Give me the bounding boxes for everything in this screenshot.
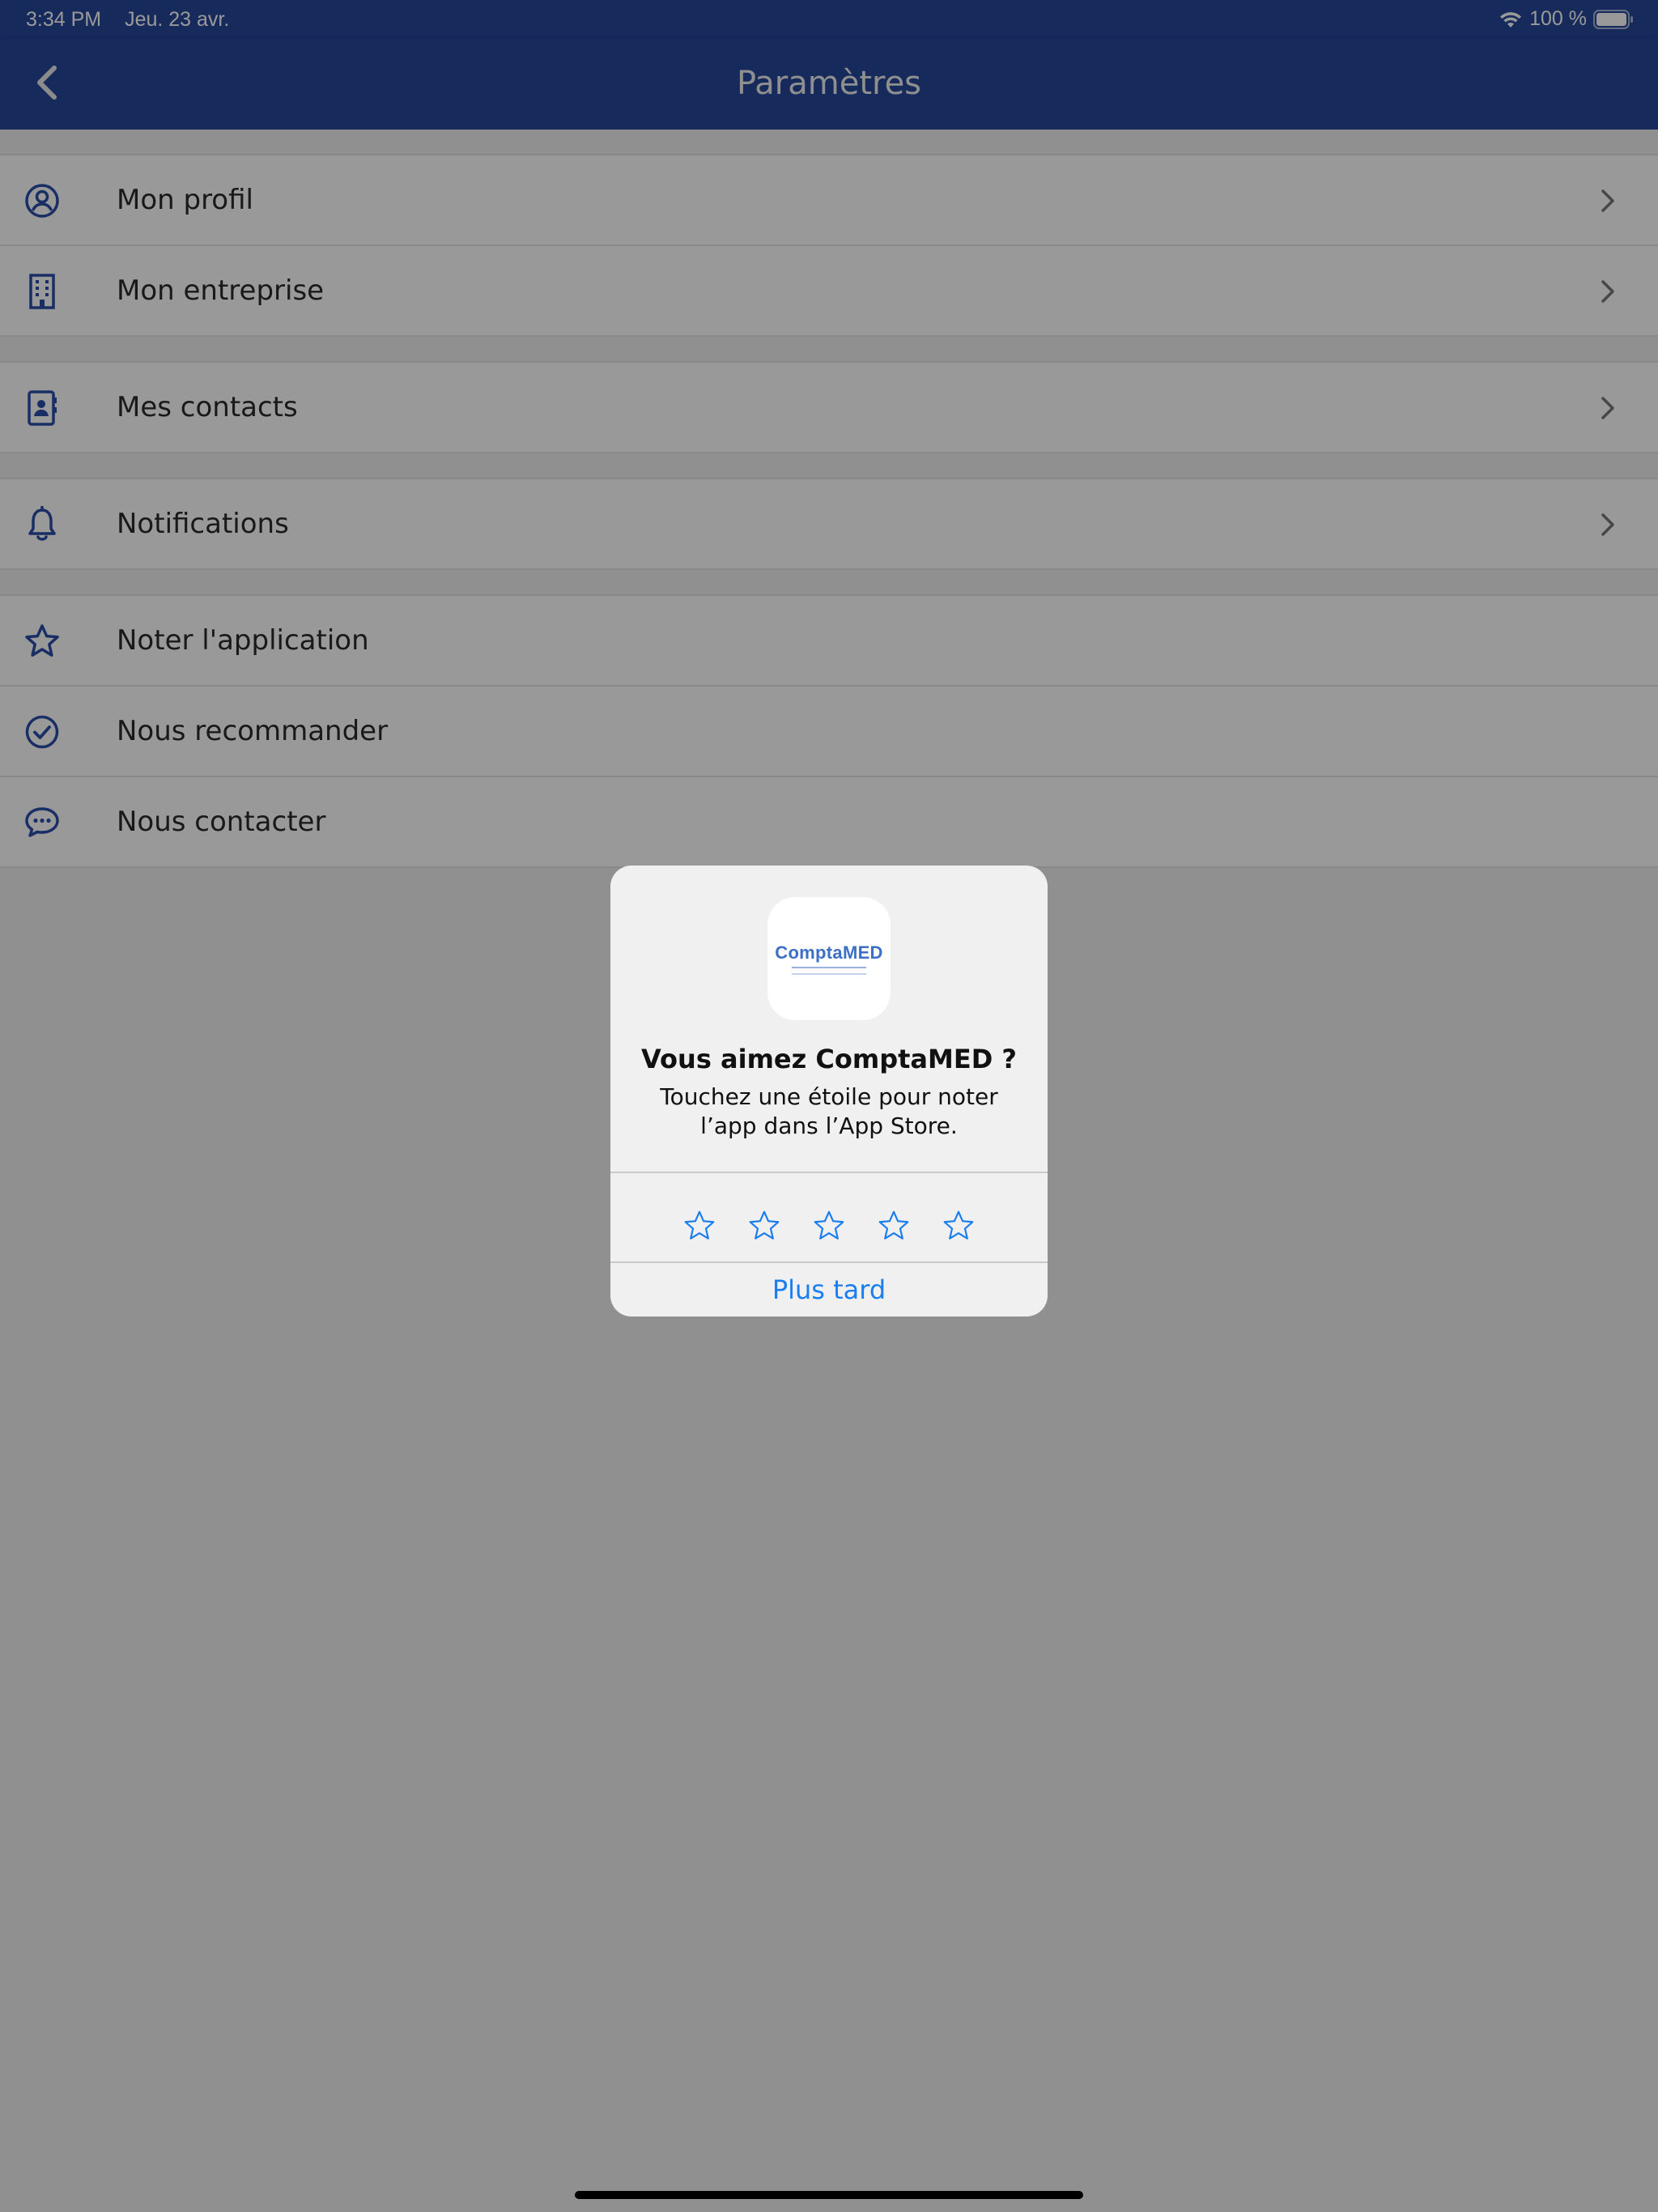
star-outline-icon [749, 1210, 780, 1240]
later-button[interactable]: Plus tard [610, 1263, 1048, 1317]
dialog-title: Vous aimez ComptaMED ? [641, 1044, 1017, 1074]
rating-star-2[interactable] [747, 1209, 781, 1243]
star-outline-icon [814, 1210, 844, 1240]
rating-star-3[interactable] [812, 1209, 846, 1243]
home-indicator[interactable] [575, 2191, 1083, 2199]
star-rating [610, 1190, 1048, 1261]
app-icon: ComptaMED [767, 897, 891, 1020]
app-logo-text: ComptaMED [775, 942, 883, 963]
rating-star-1[interactable] [682, 1209, 716, 1243]
star-outline-icon [943, 1210, 974, 1240]
star-outline-icon [878, 1210, 909, 1240]
dialog-message: Touchez une étoile pour noter l’app dans… [660, 1083, 998, 1139]
rating-dialog: ComptaMED Vous aimez ComptaMED ? Touchez… [610, 866, 1048, 1317]
rating-star-5[interactable] [942, 1209, 976, 1243]
rating-star-4[interactable] [877, 1209, 911, 1243]
app-logo-tagline [792, 967, 866, 975]
star-outline-icon [684, 1210, 715, 1240]
dialog-divider [610, 1172, 1048, 1173]
